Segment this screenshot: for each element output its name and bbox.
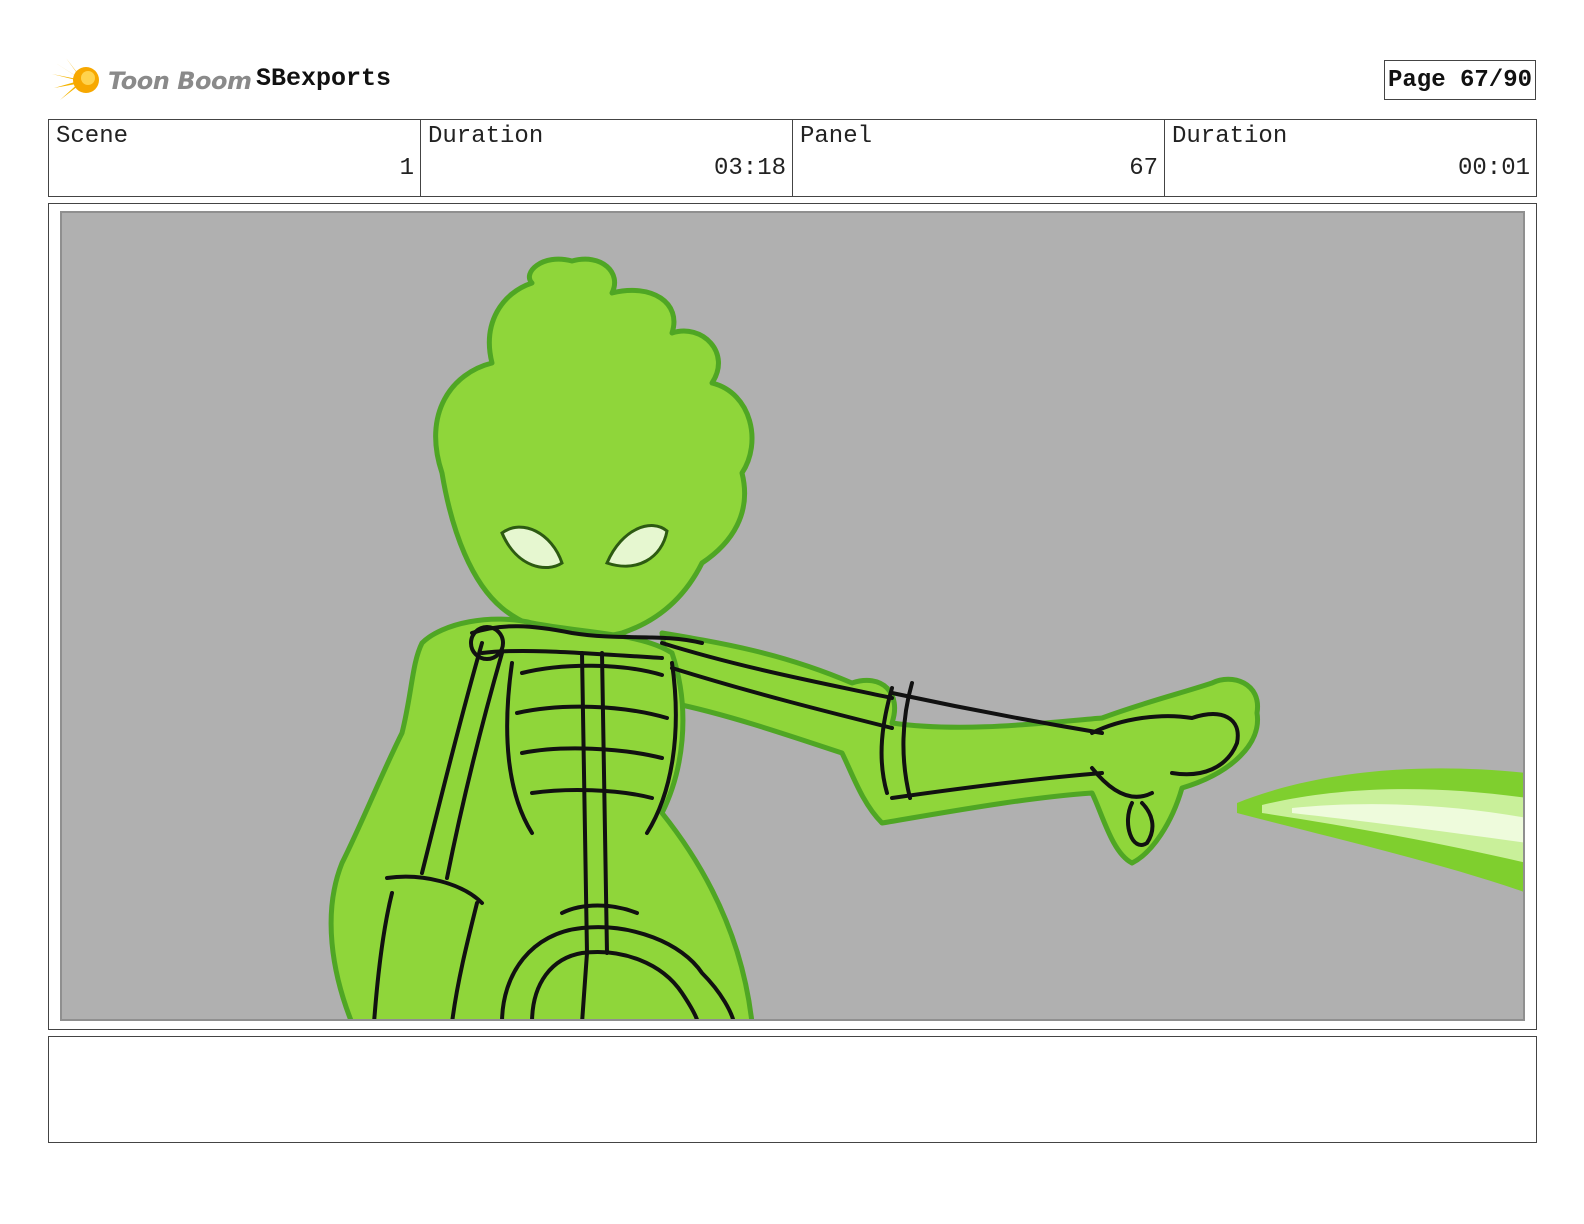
- scene-label: Scene: [56, 123, 129, 150]
- panel-notes-box: [48, 1036, 1537, 1143]
- project-title: SBexports: [256, 64, 392, 93]
- toon-boom-logo: Toon Boom: [52, 56, 252, 106]
- energy-beam: [1237, 768, 1523, 892]
- page-indicator: Page 67/90: [1384, 60, 1536, 100]
- scene-duration-label: Duration: [428, 123, 544, 150]
- starburst-icon: [52, 58, 99, 100]
- scene-info-table: Scene 1 Duration 03:18 Panel 67 Duration…: [48, 119, 1537, 197]
- scene-value: 1: [399, 155, 414, 182]
- scene-duration-cell: Duration 03:18: [421, 120, 793, 196]
- storyboard-panel-image: [60, 211, 1525, 1021]
- scene-cell: Scene 1: [49, 120, 421, 196]
- panel-label: Panel: [800, 123, 873, 150]
- panel-cell: Panel 67: [793, 120, 1165, 196]
- panel-duration-cell: Duration 00:01: [1165, 120, 1536, 196]
- scene-duration-value: 03:18: [713, 155, 786, 182]
- panel-duration-value: 00:01: [1457, 155, 1530, 182]
- panel-duration-label: Duration: [1172, 123, 1288, 150]
- panel-value: 67: [1129, 155, 1158, 182]
- flaming-skeleton-sketch: [328, 256, 1523, 1019]
- logo-text: Toon Boom: [108, 67, 252, 95]
